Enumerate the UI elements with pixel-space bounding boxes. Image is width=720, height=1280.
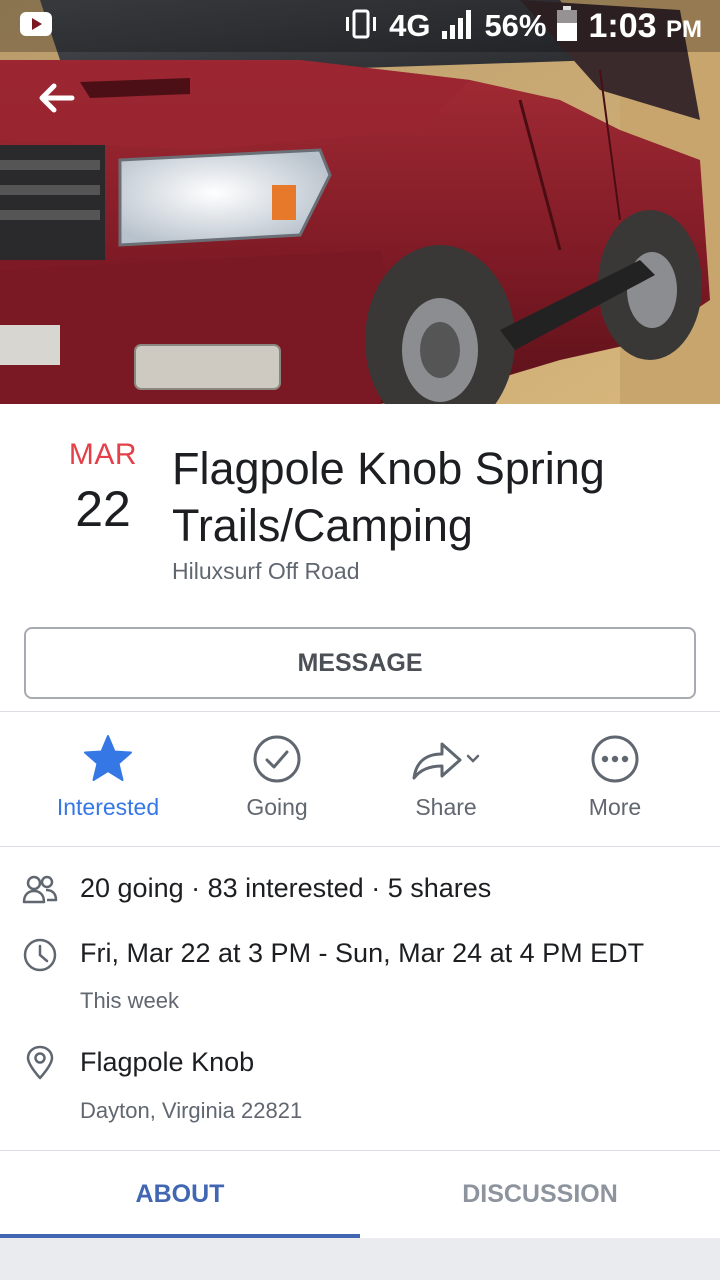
event-actions: Interested Going Share More [0,712,720,846]
event-tabs: ABOUT DISCUSSION [0,1151,720,1237]
status-time: 1:03 PM [588,6,702,45]
youtube-icon [20,12,52,41]
clock-icon [22,937,58,973]
location-pin-icon [22,1045,58,1081]
event-day: 22 [75,481,131,537]
location-name[interactable]: Flagpole Knob [80,1047,254,1078]
share-label: Share [415,794,477,820]
event-title: Flagpole Knob Spring Trails/Camping [172,443,605,551]
battery-percent: 56% [484,8,547,43]
cover-image [0,0,720,404]
event-datetime[interactable]: Fri, Mar 22 at 3 PM - Sun, Mar 24 at 4 P… [80,938,644,969]
tab-about[interactable]: ABOUT [0,1151,360,1237]
location-address: Dayton, Virginia 22821 [80,1098,303,1123]
tab-discussion[interactable]: DISCUSSION [360,1151,720,1237]
share-button[interactable]: Share [361,712,531,846]
going-button[interactable]: Going [192,712,362,846]
attendance-stats[interactable]: 20 going · 83 interested · 5 shares [80,873,491,904]
star-icon [82,734,134,789]
battery-icon [556,5,578,47]
interested-button[interactable]: Interested [23,712,193,846]
event-cover-photo: 4G 56% 1:03 PM [0,0,720,404]
more-dots-icon [590,734,640,789]
status-bar: 4G 56% 1:03 PM [0,0,720,52]
more-button[interactable]: More [530,712,700,846]
event-relative-time: This week [80,988,180,1013]
signal-icon [440,7,474,46]
event-host[interactable]: Hiluxsurf Off Road [172,558,359,585]
content-background [0,1238,720,1280]
back-arrow-icon[interactable] [36,80,76,116]
event-month: MAR [68,438,138,471]
message-button[interactable]: MESSAGE [24,627,696,699]
going-label: Going [246,794,308,820]
people-icon [22,872,58,908]
network-type: 4G [389,8,431,43]
divider [0,846,720,847]
more-label: More [588,794,642,820]
check-circle-icon [252,734,302,789]
event-date: MAR 22 [60,438,146,538]
vibrate-icon [343,9,379,44]
interested-label: Interested [56,794,160,820]
share-arrow-icon [410,734,482,789]
